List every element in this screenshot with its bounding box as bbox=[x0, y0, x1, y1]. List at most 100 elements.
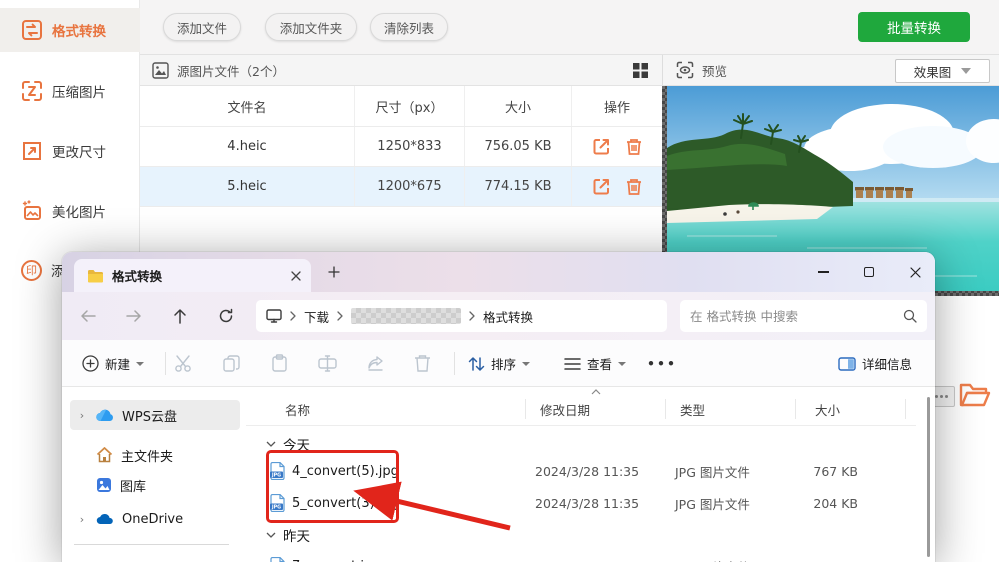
compress-image-icon bbox=[22, 81, 42, 101]
details-pane-button[interactable]: 详细信息 bbox=[838, 350, 912, 377]
view-button[interactable]: 查看 bbox=[564, 350, 627, 377]
chevron-right-icon[interactable]: › bbox=[76, 409, 88, 422]
file-name: 7_convert.jpg bbox=[292, 559, 381, 562]
table-row-selected[interactable]: 5.heic 1200*675 774.15 KB bbox=[140, 167, 662, 207]
table-row[interactable]: 4.heic 1250*833 756.05 KB bbox=[140, 127, 662, 167]
trash-icon[interactable] bbox=[625, 137, 643, 156]
plus-circle-icon bbox=[82, 355, 99, 372]
file-date: 2024/3/27 11:30 bbox=[535, 559, 639, 562]
col-actions: 操作 bbox=[603, 100, 630, 116]
column-date-modified[interactable]: 修改日期 bbox=[540, 395, 590, 423]
forward-button[interactable] bbox=[122, 304, 146, 328]
sidebar-item-compress[interactable]: 压缩图片 bbox=[0, 69, 140, 113]
explorer-tab[interactable]: 格式转换 bbox=[74, 259, 311, 292]
sort-icon bbox=[468, 356, 485, 371]
file-size: 767 KB bbox=[813, 463, 858, 479]
details-pane-icon bbox=[838, 356, 856, 371]
close-button[interactable] bbox=[898, 258, 932, 286]
source-files-panel: 源图片文件（2个） 文件名 尺寸（px） 大小 操作 4.heic 1250*8… bbox=[140, 55, 662, 207]
sort-ascending-icon bbox=[591, 389, 601, 395]
copy-icon[interactable] bbox=[222, 354, 241, 373]
back-button[interactable] bbox=[76, 304, 100, 328]
search-box[interactable] bbox=[680, 300, 927, 332]
column-name[interactable]: 名称 bbox=[285, 395, 310, 423]
column-size[interactable]: 大小 bbox=[815, 395, 840, 423]
maximize-button[interactable] bbox=[852, 258, 886, 286]
refresh-button[interactable] bbox=[214, 304, 238, 328]
nav-item-gallery[interactable]: 图库 bbox=[70, 470, 240, 500]
sidebar-item-label: 美化图片 bbox=[52, 205, 106, 221]
new-tab-icon[interactable] bbox=[328, 266, 340, 278]
sort-button[interactable]: 排序 bbox=[468, 350, 531, 377]
search-input[interactable] bbox=[690, 308, 903, 324]
close-icon bbox=[909, 266, 921, 278]
file-dimensions: 1200*675 bbox=[355, 167, 465, 206]
file-name: 4.heic bbox=[140, 127, 355, 166]
search-icon bbox=[903, 309, 917, 323]
this-pc-icon bbox=[266, 309, 282, 323]
preview-mode-dropdown[interactable]: 效果图 bbox=[895, 59, 990, 83]
sidebar-item-label: 格式转换 bbox=[52, 24, 106, 40]
sidebar-item-resize[interactable]: 更改尺寸 bbox=[0, 129, 140, 173]
add-file-button[interactable]: 添加文件 bbox=[163, 13, 241, 41]
breadcrumb-current[interactable]: 格式转换 bbox=[483, 307, 533, 326]
chevron-down-icon bbox=[266, 532, 276, 538]
explorer-command-bar: 新建 排序 查看 ••• 详细信息 bbox=[62, 340, 935, 387]
more-options-button[interactable]: ••• bbox=[647, 350, 677, 377]
trash-icon[interactable] bbox=[625, 177, 643, 196]
explorer-titlebar[interactable]: 格式转换 bbox=[62, 252, 935, 292]
delete-icon[interactable] bbox=[414, 354, 431, 373]
nav-divider bbox=[74, 544, 229, 545]
nav-item-wps-cloud[interactable]: › WPS云盘 bbox=[70, 400, 240, 430]
sidebar-item-beautify[interactable]: 美化图片 bbox=[0, 189, 140, 233]
breadcrumb-downloads[interactable]: 下载 bbox=[304, 307, 329, 326]
explorer-tab-title: 格式转换 bbox=[112, 269, 163, 284]
resize-icon bbox=[23, 142, 41, 160]
col-size: 大小 bbox=[465, 86, 572, 126]
chevron-down-icon bbox=[522, 361, 531, 366]
nav-item-onedrive[interactable]: › OneDrive bbox=[70, 504, 240, 534]
source-files-header: 源图片文件（2个） bbox=[140, 55, 662, 86]
file-name: 5.heic bbox=[140, 167, 355, 206]
nav-item-home[interactable]: 主文件夹 bbox=[70, 440, 240, 470]
new-button[interactable]: 新建 bbox=[82, 350, 145, 377]
file-dimensions: 1250*833 bbox=[355, 127, 465, 166]
file-type: JPG 图片文件 bbox=[675, 496, 750, 512]
paste-icon[interactable] bbox=[270, 354, 289, 373]
grid-view-icon[interactable] bbox=[632, 62, 649, 79]
up-button[interactable] bbox=[168, 304, 192, 328]
column-type[interactable]: 类型 bbox=[680, 395, 705, 423]
nav-item-label: 主文件夹 bbox=[121, 449, 174, 465]
cut-icon[interactable] bbox=[174, 354, 193, 373]
open-folder-icon[interactable] bbox=[957, 377, 993, 411]
share-icon[interactable] bbox=[366, 354, 385, 373]
jpg-file-icon: JPG bbox=[270, 557, 285, 562]
chevron-right-icon bbox=[290, 311, 296, 321]
details-label: 详细信息 bbox=[862, 357, 913, 372]
table-header-row: 文件名 尺寸（px） 大小 操作 bbox=[140, 86, 662, 127]
export-icon[interactable] bbox=[592, 177, 611, 196]
address-bar[interactable]: 下载 格式转换 bbox=[256, 300, 667, 332]
add-folder-button[interactable]: 添加文件夹 bbox=[265, 13, 357, 41]
home-icon bbox=[96, 447, 113, 463]
sidebar-item-format-convert[interactable]: 格式转换 bbox=[0, 8, 140, 52]
minimize-button[interactable] bbox=[806, 258, 840, 286]
file-size: 105 KB bbox=[786, 559, 858, 562]
clear-list-button[interactable]: 清除列表 bbox=[370, 13, 448, 41]
file-row[interactable]: JPG 7_convert.jpg 2024/3/27 11:30 JPG 图片… bbox=[246, 550, 906, 562]
nav-item-label: 图库 bbox=[120, 479, 147, 495]
file-type: JPG 图片文件 bbox=[675, 464, 750, 480]
scrollbar[interactable] bbox=[927, 397, 930, 557]
tab-close-icon[interactable] bbox=[291, 270, 301, 281]
batch-convert-button[interactable]: 批量转换 bbox=[858, 12, 970, 42]
onedrive-icon bbox=[96, 513, 113, 525]
sort-label: 排序 bbox=[491, 357, 517, 372]
source-files-title: 源图片文件（2个） bbox=[177, 63, 285, 79]
preview-icon bbox=[676, 61, 694, 79]
stamp-icon: 印 bbox=[21, 259, 42, 281]
view-icon bbox=[564, 357, 581, 370]
rename-icon[interactable] bbox=[318, 354, 337, 373]
group-yesterday[interactable]: 昨天 bbox=[266, 524, 310, 546]
chevron-right-icon[interactable]: › bbox=[76, 513, 88, 526]
export-icon[interactable] bbox=[592, 137, 611, 156]
